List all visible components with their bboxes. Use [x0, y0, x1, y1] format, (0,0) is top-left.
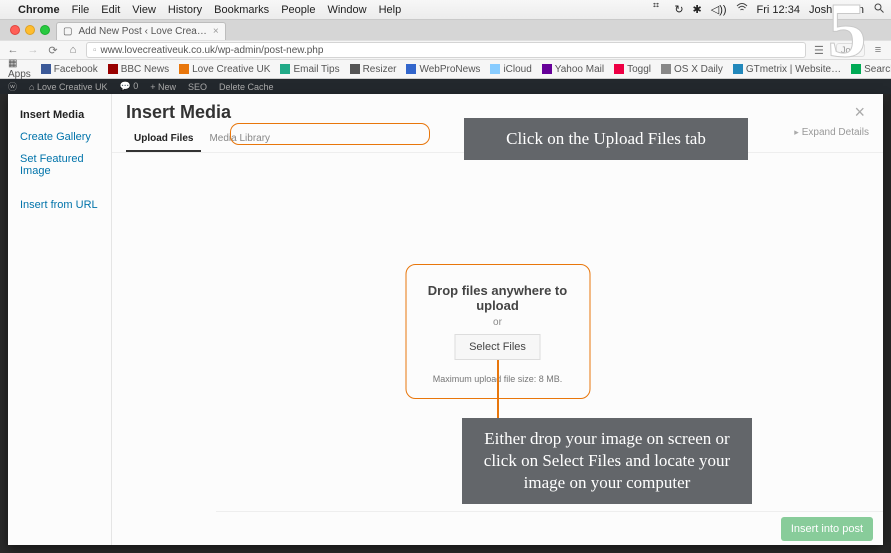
expand-details-button[interactable]: Expand Details	[794, 127, 869, 138]
modal-close-button[interactable]: ×	[850, 102, 869, 123]
select-files-button[interactable]: Select Files	[454, 334, 541, 360]
url-field[interactable]: ▫ www.lovecreativeuk.co.uk/wp-admin/post…	[86, 42, 806, 58]
tab-favicon-icon: ▢	[63, 26, 72, 37]
wp-admin-bar: ⓦ ⌂ Love Creative UK 💬 0 + New SEO Delet…	[0, 79, 891, 94]
bookmarks-bar: ▦ Apps Facebook BBC News Love Creative U…	[0, 60, 891, 79]
bookmark-icloud[interactable]: iCloud	[490, 64, 531, 75]
window-zoom-icon[interactable]	[40, 25, 50, 35]
wp-delete-cache[interactable]: Delete Cache	[219, 82, 274, 92]
menu-window[interactable]: Window	[327, 4, 366, 16]
sidebar-item-insert-media[interactable]: Insert Media	[20, 104, 111, 126]
menu-view[interactable]: View	[132, 4, 156, 16]
menu-edit[interactable]: Edit	[101, 4, 120, 16]
back-button[interactable]: ←	[6, 43, 20, 57]
bookmark-osxdaily[interactable]: OS X Daily	[661, 64, 723, 75]
wp-site-link[interactable]: ⌂ Love Creative UK	[29, 82, 107, 92]
annotation-connector-line	[497, 360, 499, 420]
app-name[interactable]: Chrome	[18, 4, 60, 16]
window-shadow	[883, 94, 891, 553]
wp-new[interactable]: + New	[150, 82, 176, 92]
menu-file[interactable]: File	[72, 4, 90, 16]
chrome-menu-icon[interactable]: ≡	[871, 43, 885, 57]
bookmark-facebook[interactable]: Facebook	[41, 64, 98, 75]
clock[interactable]: Fri 12:34	[757, 4, 800, 16]
modal-sidebar: Insert Media Create Gallery Set Featured…	[8, 94, 112, 545]
bookmark-lovecreative[interactable]: Love Creative UK	[179, 64, 270, 75]
bluetooth-icon[interactable]: ✱	[693, 3, 702, 16]
user-name[interactable]: Josh Owen	[809, 4, 864, 16]
sidebar-item-insert-url[interactable]: Insert from URL	[20, 194, 111, 216]
dropzone-message: Drop files anywhere to upload	[418, 283, 577, 313]
menu-help[interactable]: Help	[379, 4, 402, 16]
insert-media-modal: Insert Media Create Gallery Set Featured…	[8, 94, 883, 545]
menu-people[interactable]: People	[281, 4, 315, 16]
forward-button[interactable]: →	[26, 43, 40, 57]
browser-tab[interactable]: ▢ Add New Post ‹ Love Crea… ×	[56, 22, 226, 40]
bookmark-sel[interactable]: Search Engine Land	[851, 64, 891, 75]
dropzone-or: or	[418, 317, 577, 328]
modal-main: Insert Media × Upload Files Media Librar…	[112, 94, 883, 545]
profile-button[interactable]: Josh	[836, 43, 865, 57]
menu-history[interactable]: History	[168, 4, 202, 16]
tab-upload-files[interactable]: Upload Files	[126, 129, 201, 152]
wp-seo[interactable]: SEO	[188, 82, 207, 92]
sidebar-item-create-gallery[interactable]: Create Gallery	[20, 126, 111, 148]
tab-close-icon[interactable]: ×	[213, 26, 219, 37]
browser-tabbar: ▢ Add New Post ‹ Love Crea… ×	[0, 20, 891, 40]
window-close-icon[interactable]	[10, 25, 20, 35]
tab-media-library[interactable]: Media Library	[201, 129, 278, 152]
bookmark-gtmetrix[interactable]: GTmetrix | Website…	[733, 64, 841, 75]
bookmark-webpronews[interactable]: WebProNews	[406, 64, 480, 75]
bookmark-yahoo[interactable]: Yahoo Mail	[542, 64, 604, 75]
modal-footer: Insert into post	[216, 511, 883, 545]
wp-logo-icon[interactable]: ⓦ	[8, 80, 17, 93]
bookmark-bbc[interactable]: BBC News	[108, 64, 169, 75]
settings-lines-icon[interactable]: ☰	[812, 43, 826, 57]
modal-title: Insert Media	[126, 102, 231, 123]
browser-window: ▢ Add New Post ‹ Love Crea… × ← → ⟳ ⌂ ▫ …	[0, 20, 891, 553]
bookmark-emailtips[interactable]: Email Tips	[280, 64, 339, 75]
volume-icon[interactable]: ◁))	[711, 3, 727, 16]
page-body: Insert Media Create Gallery Set Featured…	[0, 94, 891, 553]
menu-bookmarks[interactable]: Bookmarks	[214, 4, 269, 16]
wp-comments[interactable]: 💬 0	[120, 81, 139, 92]
bookmark-resizer[interactable]: Resizer	[350, 64, 397, 75]
apps-label: Apps	[8, 69, 31, 80]
page-icon: ▫	[93, 45, 97, 56]
spotlight-icon[interactable]	[873, 2, 885, 17]
apps-button[interactable]: ▦ Apps	[8, 58, 31, 80]
window-controls	[4, 20, 56, 40]
bookmark-toggl[interactable]: Toggl	[614, 64, 651, 75]
home-button[interactable]: ⌂	[66, 43, 80, 57]
sidebar-item-featured-image[interactable]: Set Featured Image	[20, 148, 111, 182]
annotation-callout-2: Either drop your image on screen or clic…	[462, 418, 752, 504]
wifi-icon[interactable]	[736, 2, 748, 17]
sync-icon[interactable]: ↻	[674, 3, 683, 16]
tab-title: Add New Post ‹ Love Crea…	[78, 26, 206, 37]
window-minimize-icon[interactable]	[25, 25, 35, 35]
annotation-callout-1: Click on the Upload Files tab	[464, 118, 748, 160]
dropbox-icon[interactable]	[653, 2, 665, 17]
browser-toolbar: ← → ⟳ ⌂ ▫ www.lovecreativeuk.co.uk/wp-ad…	[0, 40, 891, 60]
reload-button[interactable]: ⟳	[46, 43, 60, 57]
mac-menubar: Chrome File Edit View History Bookmarks …	[0, 0, 891, 20]
insert-into-post-button[interactable]: Insert into post	[781, 517, 873, 541]
url-text: www.lovecreativeuk.co.uk/wp-admin/post-n…	[101, 45, 324, 56]
